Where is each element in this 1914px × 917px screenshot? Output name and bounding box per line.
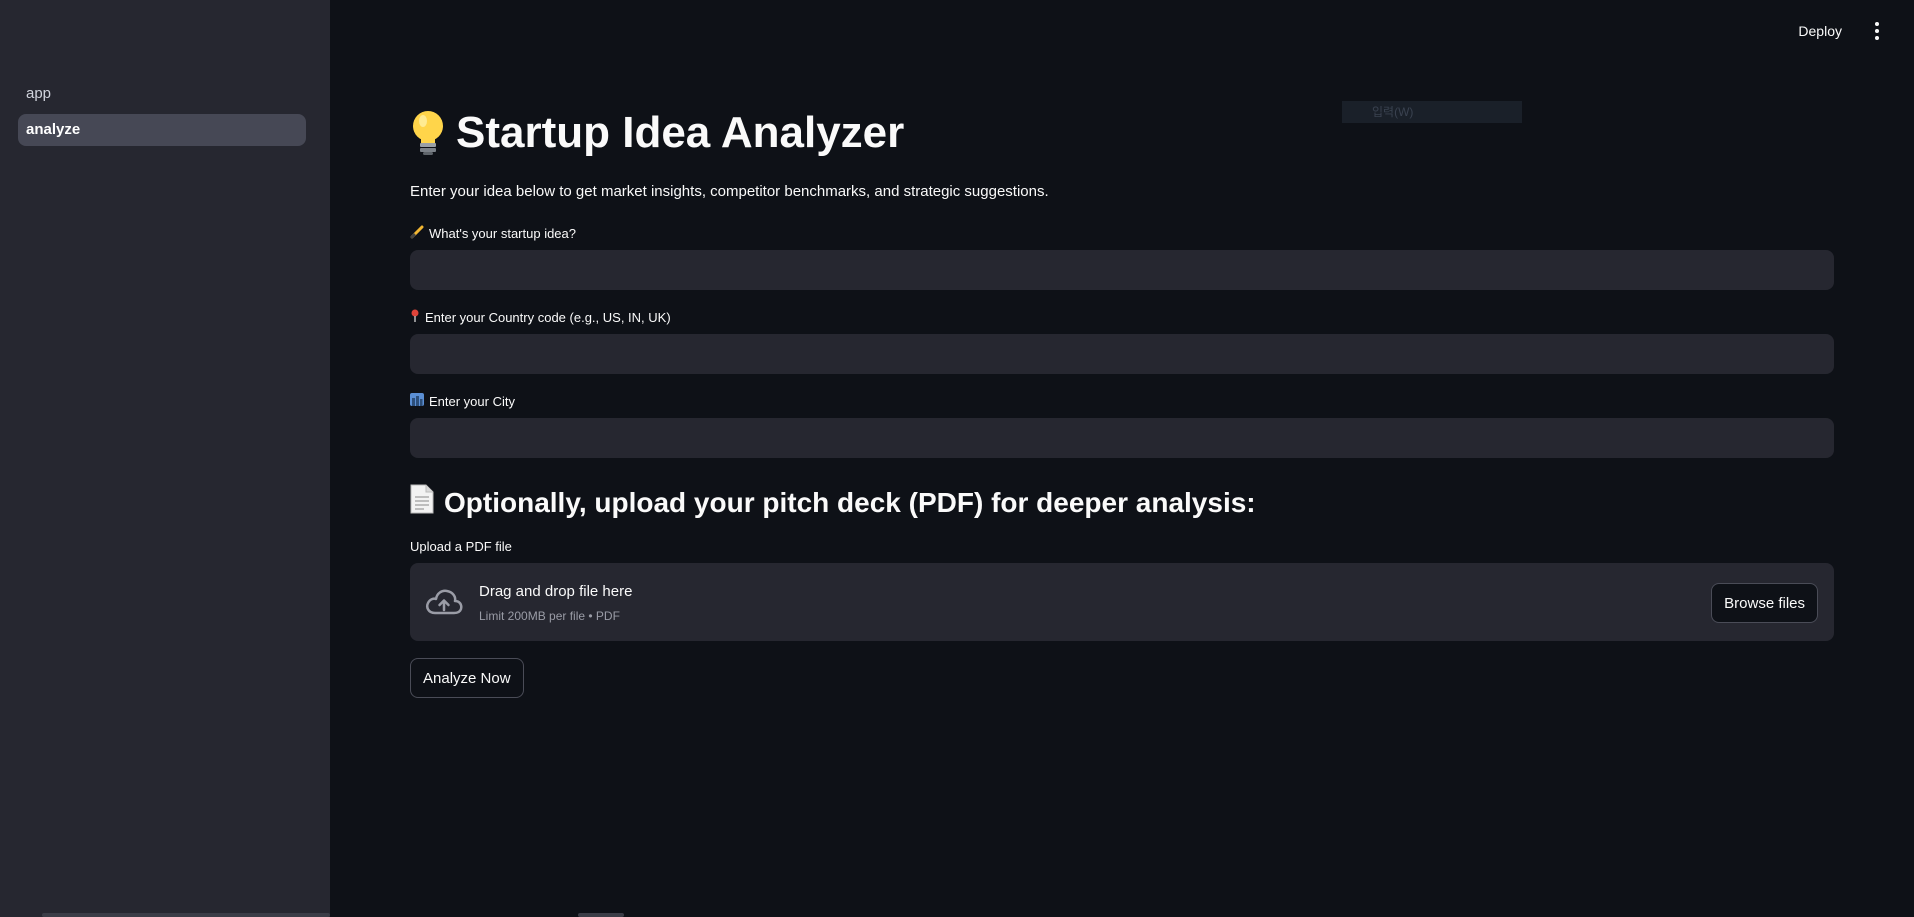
pencil-icon xyxy=(410,225,424,242)
analyze-now-button[interactable]: Analyze Now xyxy=(410,658,524,698)
city-field-label: Enter your City xyxy=(410,393,515,409)
file-dropzone[interactable]: Drag and drop file here Limit 200MB per … xyxy=(410,563,1834,641)
city-field-label-text: Enter your City xyxy=(429,393,515,409)
country-field-label-text: Enter your Country code (e.g., US, IN, U… xyxy=(425,310,671,325)
page-icon xyxy=(410,484,434,521)
city-input[interactable] xyxy=(410,418,1834,458)
idea-field-label: What's your startup idea? xyxy=(410,225,576,242)
faint-overlay-label: 입력(W) xyxy=(1342,101,1522,123)
dropzone-title: Drag and drop file here xyxy=(479,583,633,600)
app-window: app analyze Deploy 입력(W) Startup Idea An… xyxy=(0,0,1914,917)
page-title: Startup Idea Analyzer xyxy=(410,108,904,158)
page-title-text: Startup Idea Analyzer xyxy=(456,108,905,157)
upload-section-heading-text: Optionally, upload your pitch deck (PDF)… xyxy=(444,486,1256,518)
sidebar-item-label: analyze xyxy=(26,121,81,138)
sidebar: app analyze xyxy=(0,0,330,917)
intro-text: Enter your idea below to get market insi… xyxy=(410,183,1049,200)
sidebar-scrollbar[interactable] xyxy=(42,913,330,917)
sidebar-item-analyze[interactable]: analyze xyxy=(18,114,306,146)
sidebar-nav: app analyze xyxy=(18,78,306,150)
lightbulb-icon xyxy=(410,109,446,157)
idea-field-label-text: What's your startup idea? xyxy=(429,226,576,241)
cloud-upload-icon xyxy=(424,585,464,619)
city-icon xyxy=(410,393,424,409)
deploy-button[interactable]: Deploy xyxy=(1792,18,1848,44)
sidebar-item-label: app xyxy=(26,85,52,102)
sidebar-item-app[interactable]: app xyxy=(18,78,306,110)
more-vertical-icon[interactable] xyxy=(1866,18,1888,44)
country-field-label: Enter your Country code (e.g., US, IN, U… xyxy=(410,309,671,326)
pin-icon xyxy=(410,309,420,326)
upload-label: Upload a PDF file xyxy=(410,539,512,554)
country-code-input[interactable] xyxy=(410,334,1834,374)
startup-idea-input[interactable] xyxy=(410,250,1834,290)
browse-files-button[interactable]: Browse files xyxy=(1711,583,1818,623)
main-scrollbar[interactable] xyxy=(578,913,624,917)
upload-section-heading: Optionally, upload your pitch deck (PDF)… xyxy=(410,484,1256,521)
dropzone-limit: Limit 200MB per file • PDF xyxy=(479,609,620,623)
